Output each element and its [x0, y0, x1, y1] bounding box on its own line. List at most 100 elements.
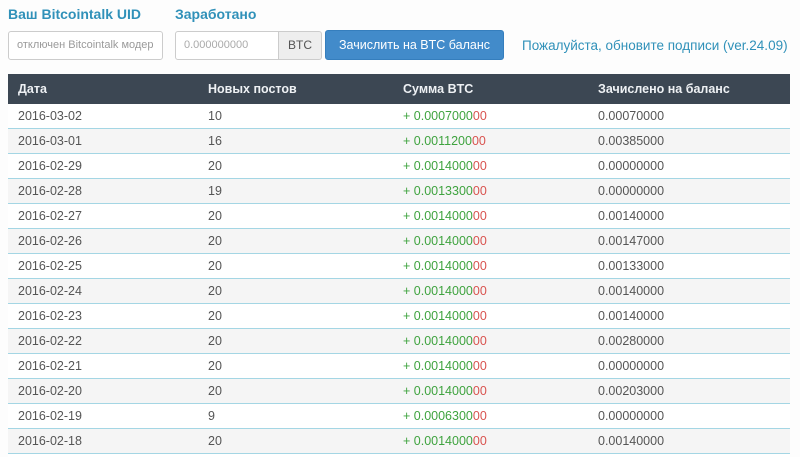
cell-new-posts: 1	[198, 454, 393, 457]
sum-red-part: 00	[473, 234, 487, 248]
cell-sum-btc: + 0.000070000	[393, 454, 588, 457]
cell-date: 2016-02-17	[8, 454, 198, 457]
cell-credited-balance: 0.00007000	[588, 454, 790, 457]
controls-row: BTC Зачислить на BTC баланс Пожалуйста, …	[8, 30, 790, 60]
table-body: 2016-03-0210+ 0.0007000000.000700002016-…	[8, 104, 790, 457]
cell-credited-balance: 0.00140000	[588, 304, 790, 329]
cell-sum-btc: + 0.001400000	[393, 154, 588, 179]
sum-red-part: 00	[473, 434, 487, 448]
cell-credited-balance: 0.00000000	[588, 179, 790, 204]
cell-sum-btc: + 0.000700000	[393, 104, 588, 129]
cell-credited-balance: 0.00140000	[588, 279, 790, 304]
table-row: 2016-02-2920+ 0.0014000000.00000000	[8, 154, 790, 179]
sum-green-part: + 0.0013300	[403, 184, 473, 198]
cell-credited-balance: 0.00000000	[588, 154, 790, 179]
table-row: 2016-02-2420+ 0.0014000000.00140000	[8, 279, 790, 304]
cell-new-posts: 20	[198, 229, 393, 254]
cell-credited-balance: 0.00203000	[588, 379, 790, 404]
credit-to-btc-balance-button[interactable]: Зачислить на BTC баланс	[325, 30, 504, 60]
header-date: Дата	[8, 74, 198, 104]
header-sum-btc: Сумма BTC	[393, 74, 588, 104]
cell-new-posts: 20	[198, 154, 393, 179]
sum-red-part: 00	[473, 109, 487, 123]
cell-sum-btc: + 0.001400000	[393, 254, 588, 279]
cell-date: 2016-02-24	[8, 279, 198, 304]
cell-date: 2016-03-02	[8, 104, 198, 129]
sum-red-part: 00	[473, 384, 487, 398]
cell-new-posts: 10	[198, 104, 393, 129]
table-row: 2016-02-199+ 0.0006300000.00000000	[8, 404, 790, 429]
cell-date: 2016-02-28	[8, 179, 198, 204]
table-row: 2016-02-2620+ 0.0014000000.00147000	[8, 229, 790, 254]
cell-date: 2016-02-27	[8, 204, 198, 229]
cell-credited-balance: 0.00147000	[588, 229, 790, 254]
cell-date: 2016-02-18	[8, 429, 198, 454]
sum-green-part: + 0.0011200	[403, 134, 472, 148]
sum-green-part: + 0.0006300	[403, 409, 473, 423]
cell-credited-balance: 0.00140000	[588, 204, 790, 229]
cell-date: 2016-02-21	[8, 354, 198, 379]
cell-sum-btc: + 0.001400000	[393, 329, 588, 354]
sum-green-part: + 0.0014000	[403, 309, 473, 323]
earnings-table: Дата Новых постов Сумма BTC Зачислено на…	[8, 74, 790, 457]
sum-green-part: + 0.0014000	[403, 159, 473, 173]
cell-credited-balance: 0.00000000	[588, 354, 790, 379]
cell-date: 2016-02-29	[8, 154, 198, 179]
header-credited-balance: Зачислено на баланс	[588, 74, 790, 104]
cell-credited-balance: 0.00140000	[588, 429, 790, 454]
table-row: 2016-02-171+ 0.0000700000.00007000	[8, 454, 790, 457]
cell-sum-btc: + 0.001400000	[393, 354, 588, 379]
cell-new-posts: 20	[198, 254, 393, 279]
btc-suffix-addon: BTC	[279, 31, 322, 60]
table-row: 2016-03-0116+ 0.0011200000.00385000	[8, 129, 790, 154]
sum-green-part: + 0.0007000	[403, 109, 473, 123]
table-row: 2016-02-2020+ 0.0014000000.00203000	[8, 379, 790, 404]
update-signatures-notice: Пожалуйста, обновите подписи (ver.24.09)	[522, 38, 788, 53]
cell-new-posts: 20	[198, 304, 393, 329]
cell-new-posts: 20	[198, 354, 393, 379]
cell-credited-balance: 0.00385000	[588, 129, 790, 154]
table-row: 2016-02-1820+ 0.0014000000.00140000	[8, 429, 790, 454]
sum-red-part: 00	[473, 259, 487, 273]
cell-date: 2016-02-22	[8, 329, 198, 354]
cell-credited-balance: 0.00280000	[588, 329, 790, 354]
uid-input[interactable]	[8, 31, 163, 60]
cell-sum-btc: + 0.001400000	[393, 279, 588, 304]
cell-new-posts: 19	[198, 179, 393, 204]
cell-date: 2016-02-23	[8, 304, 198, 329]
cell-credited-balance: 0.00133000	[588, 254, 790, 279]
sum-red-part: 00	[473, 159, 487, 173]
cell-sum-btc: + 0.001120000	[393, 129, 588, 154]
cell-sum-btc: + 0.001400000	[393, 429, 588, 454]
sum-green-part: + 0.0014000	[403, 259, 473, 273]
header-new-posts: Новых постов	[198, 74, 393, 104]
sum-green-part: + 0.0014000	[403, 284, 473, 298]
sum-red-part: 00	[472, 134, 486, 148]
table-row: 2016-02-2120+ 0.0014000000.00000000	[8, 354, 790, 379]
sum-red-part: 00	[473, 359, 487, 373]
table-row: 2016-02-2720+ 0.0014000000.00140000	[8, 204, 790, 229]
sum-green-part: + 0.0014000	[403, 234, 473, 248]
cell-sum-btc: + 0.001330000	[393, 179, 588, 204]
sum-red-part: 00	[473, 309, 487, 323]
earnings-page: Ваш Bitcointalk UID Заработано BTC Зачис…	[0, 0, 800, 457]
table-header: Дата Новых постов Сумма BTC Зачислено на…	[8, 74, 790, 104]
cell-credited-balance: 0.00070000	[588, 104, 790, 129]
cell-sum-btc: + 0.001400000	[393, 379, 588, 404]
sum-red-part: 00	[473, 284, 487, 298]
cell-date: 2016-02-25	[8, 254, 198, 279]
uid-input-wrap	[8, 31, 175, 60]
cell-credited-balance: 0.00000000	[588, 404, 790, 429]
table-row: 2016-02-2819+ 0.0013300000.00000000	[8, 179, 790, 204]
cell-new-posts: 20	[198, 204, 393, 229]
cell-sum-btc: + 0.001400000	[393, 304, 588, 329]
uid-heading: Ваш Bitcointalk UID	[8, 6, 175, 22]
sum-green-part: + 0.0014000	[403, 334, 473, 348]
cell-date: 2016-02-19	[8, 404, 198, 429]
cell-new-posts: 20	[198, 279, 393, 304]
sum-red-part: 00	[473, 409, 487, 423]
sum-green-part: + 0.0014000	[403, 434, 473, 448]
amount-input[interactable]	[175, 31, 279, 60]
table-row: 2016-02-2220+ 0.0014000000.00280000	[8, 329, 790, 354]
earned-heading: Заработано	[175, 6, 256, 22]
